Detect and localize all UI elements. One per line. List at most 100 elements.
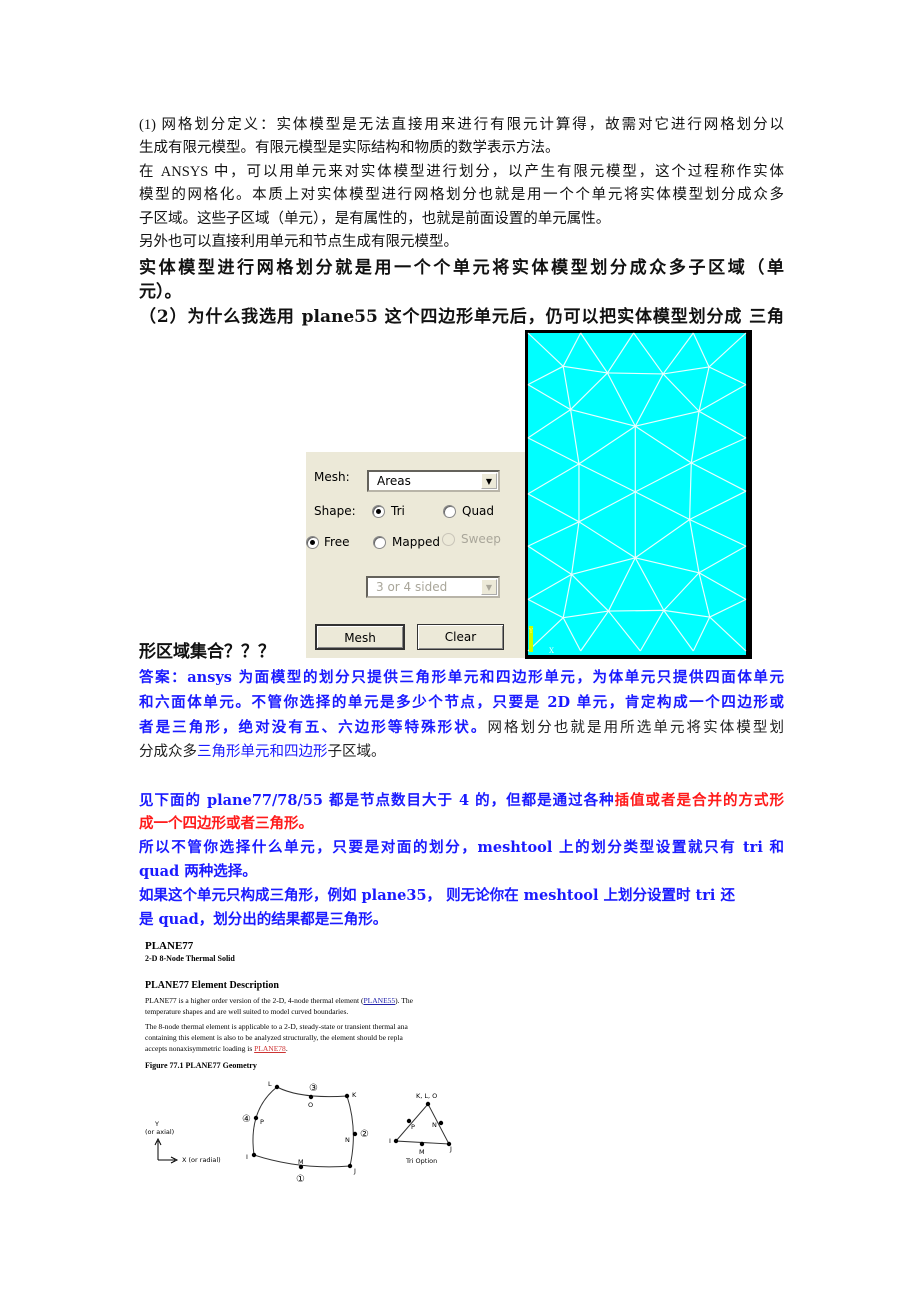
chevron-down-icon[interactable]: ▼ bbox=[481, 473, 497, 489]
node-dot bbox=[274, 1084, 280, 1090]
free-label: Free bbox=[324, 535, 350, 549]
text-line: 子区域。这些子区域（单元），是有属性的，也就是前面设置的单元属性。 bbox=[139, 208, 784, 230]
text-segment: 是 quad，划分出的结果都是三角形。 bbox=[139, 911, 388, 928]
quad-nodes bbox=[251, 1084, 358, 1170]
node-label-j: J bbox=[353, 1167, 356, 1175]
clear-button[interactable]: Clear bbox=[417, 624, 504, 650]
sided-value: 3 or 4 sided bbox=[376, 580, 448, 594]
para-text: ). The bbox=[395, 996, 413, 1005]
text-line: quad 两种选择。 bbox=[139, 860, 784, 883]
node-label-m: M bbox=[298, 1158, 304, 1166]
text-segment: 插值或者是合并的方式形 bbox=[614, 792, 784, 809]
text-segment: 成一个四边形或者三角形。 bbox=[139, 815, 313, 832]
text-line: 在 ANSYS 中，可以用单元来对实体模型进行划分，以产生有限元模型，这个过程称… bbox=[139, 161, 784, 183]
mesh-button[interactable]: Mesh bbox=[315, 624, 405, 650]
para-text: . bbox=[285, 1044, 288, 1053]
para-text: PLANE77 is a higher order version of the… bbox=[145, 996, 364, 1005]
quad-element-outline bbox=[252, 1086, 354, 1168]
plane77-excerpt: PLANE77 2-D 8-Node Thermal Solid PLANE77… bbox=[145, 938, 470, 1088]
text-segment: (1) 网格划分定义：实体模型是无法直接用来进行有限元计算得，故需对它进行网格划… bbox=[139, 117, 784, 133]
plane55-link[interactable]: PLANE55 bbox=[363, 996, 395, 1005]
text-line: 者是三角形，绝对没有五、六边形等特殊形状。网格划分也就是用所选单元将实体模型划 bbox=[139, 716, 784, 739]
text-segment: 形区域集合？？？ bbox=[139, 642, 275, 662]
sweep-radio bbox=[442, 533, 455, 546]
tri-node-i: I bbox=[389, 1137, 391, 1145]
mesh-plot: Y X bbox=[525, 330, 752, 659]
node-label-o: O bbox=[308, 1101, 313, 1109]
tri-option-label: Tri Option bbox=[405, 1157, 437, 1165]
node-label-n: N bbox=[345, 1136, 350, 1144]
text-line: 分成众多三角形单元和四边形子区域。 bbox=[139, 740, 784, 763]
tri-apex-label: K, L, O bbox=[416, 1092, 437, 1100]
text-segment: 如果这个单元只构成三角形，例如 plane35， 则无论你在 meshtool … bbox=[139, 887, 735, 904]
free-radio[interactable] bbox=[306, 536, 319, 549]
text-segment: 所以不管你选择什么单元，只要是对面的划分，meshtool 上的划分类型设置就只… bbox=[139, 839, 784, 856]
plane77-para2-line3: accepts nonaxisymmetric loading is PLANE… bbox=[145, 1044, 288, 1053]
node-dot bbox=[251, 1152, 257, 1158]
text-segment: （2）为什么我选用 plane55 这个四边形单元后，仍可以把实体模型划分成 三… bbox=[139, 307, 784, 327]
quad-label: Quad bbox=[462, 504, 495, 518]
plane77-para1-line1: PLANE77 is a higher order version of the… bbox=[145, 996, 413, 1005]
quad-radio[interactable] bbox=[443, 505, 456, 518]
text-segment: 生成有限元模型。有限元模型是实际结构和物质的数学表示方法。 bbox=[139, 140, 560, 156]
face-2-label: ② bbox=[360, 1129, 369, 1140]
plane77-para2-line2: containing this element is also to be an… bbox=[145, 1033, 403, 1042]
text-segment: 子区域。这些子区域（单元），是有属性的，也就是前面设置的单元属性。 bbox=[139, 211, 611, 227]
node-label-l: L bbox=[268, 1080, 272, 1088]
tri-radio[interactable] bbox=[372, 505, 385, 518]
node-label-p: P bbox=[260, 1118, 264, 1126]
triangular-mesh: Y X bbox=[527, 332, 747, 655]
text-segment: 在 ANSYS 中，可以用单元来对实体模型进行划分，以产生有限元模型，这个过程称… bbox=[139, 164, 784, 180]
node-dot bbox=[393, 1138, 399, 1144]
axis-y-sublabel: (or axial) bbox=[145, 1128, 174, 1136]
face-3-label: ③ bbox=[309, 1083, 318, 1094]
text-line: （2）为什么我选用 plane55 这个四边形单元后，仍可以把实体模型划分成 三… bbox=[139, 305, 784, 329]
meshtool-panel: Mesh: Areas ▼ Shape: Tri Quad Free Mappe… bbox=[306, 452, 526, 658]
axis-x-label: X (or radial) bbox=[182, 1156, 221, 1164]
text-segment: 实体模型进行网格划分就是用一个个单元将实体模型划分成众多子区域（单 bbox=[139, 258, 784, 278]
mesh-type-value: Areas bbox=[377, 474, 411, 488]
node-dot bbox=[438, 1120, 444, 1126]
triad-x-label: X bbox=[549, 647, 554, 655]
node-dot bbox=[425, 1101, 431, 1107]
text-line: 见下面的 plane77/78/55 都是节点数目大于 4 的，但都是通过各种插… bbox=[139, 789, 784, 812]
mesh-label: Mesh: bbox=[314, 470, 350, 484]
mesh-area bbox=[528, 333, 746, 655]
text-segment: 元）。 bbox=[139, 282, 182, 302]
text-segment: 分成众多 bbox=[139, 744, 197, 760]
text-line: 是 quad，划分出的结果都是三角形。 bbox=[139, 908, 784, 931]
text-line: 模型的网格化。本质上对实体模型进行网格划分也就是用一个个单元将实体模型划分成众多 bbox=[139, 184, 784, 206]
shape-label: Shape: bbox=[314, 504, 356, 518]
figure-caption: Figure 77.1 PLANE77 Geometry bbox=[145, 1061, 257, 1070]
tri-label: Tri bbox=[391, 504, 405, 518]
mesh-type-dropdown[interactable]: Areas ▼ bbox=[367, 470, 500, 492]
para-text: accepts nonaxisymmetric loading is bbox=[145, 1044, 255, 1053]
node-dot bbox=[419, 1141, 425, 1147]
text-line: 所以不管你选择什么单元，只要是对面的划分，meshtool 上的划分类型设置就只… bbox=[139, 836, 784, 859]
sweep-label: Sweep bbox=[461, 532, 501, 546]
plane77-subtitle: 2-D 8-Node Thermal Solid bbox=[145, 954, 235, 963]
axis-y-label: Y bbox=[154, 1120, 159, 1128]
text-line: 元）。 bbox=[139, 280, 784, 304]
plane77-heading: PLANE77 Element Description bbox=[145, 980, 279, 991]
node-label-k: K bbox=[352, 1091, 357, 1099]
mapped-label: Mapped bbox=[392, 535, 440, 549]
node-dot bbox=[352, 1131, 358, 1137]
text-line: 和六面体单元。不管你选择的单元是多少个节点，只要是 2D 单元，肯定构成一个四边… bbox=[139, 691, 784, 714]
tri-nodes bbox=[393, 1101, 452, 1147]
mapped-radio[interactable] bbox=[373, 536, 386, 549]
text-segment: 网格划分也就是用所选单元将实体模型划 bbox=[487, 720, 785, 736]
chevron-down-icon: ▼ bbox=[481, 579, 497, 595]
text-segment: 和六面体单元。不管你选择的单元是多少个节点，只要是 2D 单元，肯定构成一个四边… bbox=[139, 694, 784, 711]
text-line: 生成有限元模型。有限元模型是实际结构和物质的数学表示方法。 bbox=[139, 137, 784, 159]
tri-node-j: J bbox=[449, 1145, 452, 1153]
face-1-label: ① bbox=[296, 1174, 305, 1185]
plane77-para1-line2: temperature shapes and are well suited t… bbox=[145, 1007, 349, 1016]
plane78-link[interactable]: PLANE78 bbox=[254, 1044, 286, 1053]
text-line: 成一个四边形或者三角形。 bbox=[139, 812, 784, 835]
tri-node-m: M bbox=[419, 1148, 425, 1156]
text-segment: 三角形单元和四边形 bbox=[197, 744, 328, 760]
plane77-para2-line1: The 8-node thermal element is applicable… bbox=[145, 1022, 408, 1031]
text-segment: 模型的网格化。本质上对实体模型进行网格划分也就是用一个个单元将实体模型划分成众多 bbox=[139, 187, 784, 203]
node-dot bbox=[253, 1115, 259, 1121]
